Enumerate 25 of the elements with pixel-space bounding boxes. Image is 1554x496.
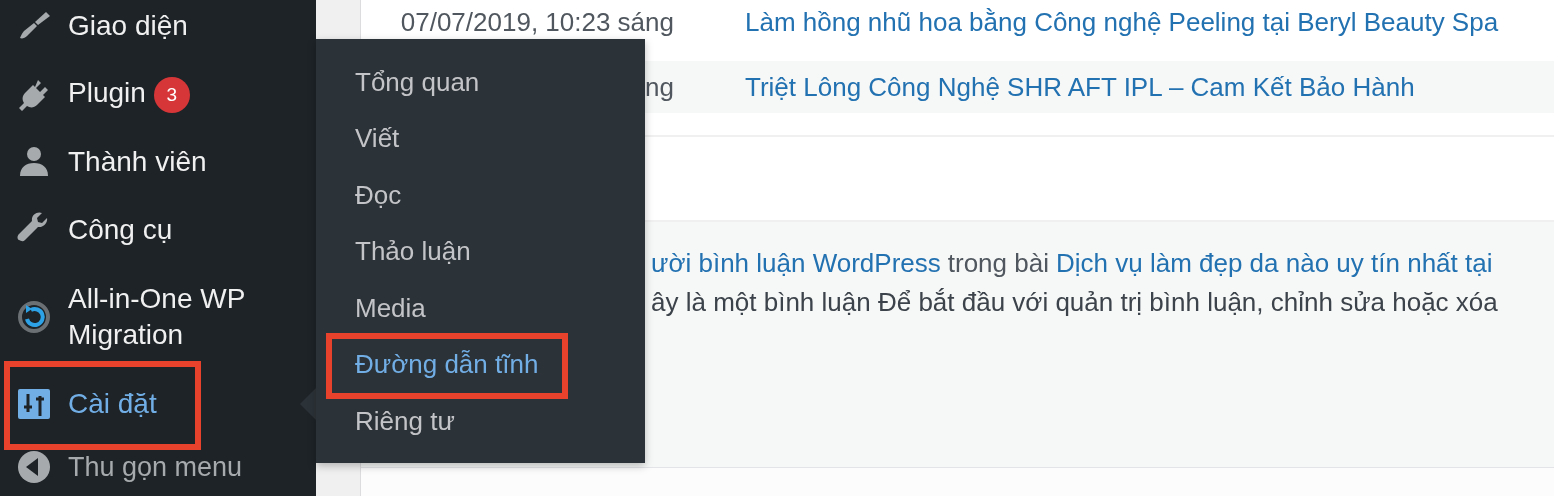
submenu-item[interactable]: Media xyxy=(355,288,426,329)
submenu-item[interactable]: Viết xyxy=(355,118,400,159)
post-link[interactable]: Làm hồng nhũ hoa bằng Công nghệ Peeling tại Beryl Beauty Spa xyxy=(745,6,1499,38)
comment-link[interactable]: ười bình luận WordPress xyxy=(651,244,941,283)
date-text: 07/07/2019, 10:23 sáng xyxy=(400,6,674,37)
date-text: ng xyxy=(645,71,674,102)
comment-text: trong bài xyxy=(947,247,1049,280)
sidebar-item[interactable]: Công cụ xyxy=(0,196,316,264)
sidebar-item[interactable]: Plugin 3 xyxy=(0,60,316,128)
submenu-item[interactable]: Thảo luận xyxy=(355,231,471,272)
submenu-item[interactable]: Đọc xyxy=(355,175,402,216)
submenu-item[interactable]: Riêng tư xyxy=(355,401,455,442)
comment-text: ây là một bình luận Để bắt đầu với quản trị bình luận, chỉnh sửa hoặc xóa xyxy=(651,286,1498,319)
comment-link[interactable]: Dịch vụ làm đẹp da nào uy tín nhất tại xyxy=(1055,244,1493,283)
submenu-item[interactable]: Tổng quan xyxy=(355,62,480,103)
left-arrow-circle-icon xyxy=(16,449,52,485)
sidebar-item[interactable]: All-in-One WP Migration xyxy=(0,264,316,370)
sliders-icon xyxy=(16,386,52,422)
sidebar-item[interactable]: Cài đặt xyxy=(0,370,316,438)
post-link[interactable]: Triệt Lông Công Nghệ SHR AFT IPL – Cam Kết Bảo Hành xyxy=(745,71,1415,103)
sidebar-item[interactable]: Giao diện xyxy=(0,0,316,60)
sidebar-item[interactable]: Thành viên xyxy=(0,128,316,196)
collapse-menu-button[interactable]: Thu gọn menu xyxy=(0,438,316,496)
count-badge: 3 xyxy=(153,76,190,113)
submenu-item[interactable]: Đường dẫn tĩnh xyxy=(355,344,539,385)
